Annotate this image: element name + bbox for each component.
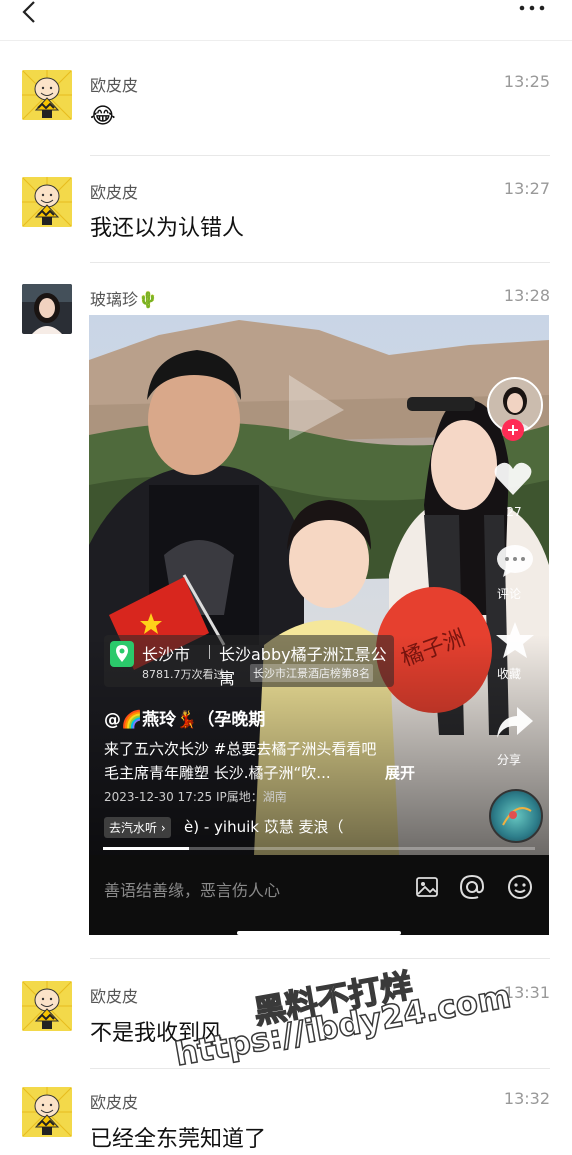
sender-name: 欧皮皮 <box>90 1093 139 1112</box>
message-text: 已经全东莞知道了 <box>90 1127 267 1152</box>
avatar[interactable] <box>22 1087 72 1137</box>
snoopy-avatar-icon <box>22 1087 72 1137</box>
timestamp: 13:32 <box>503 1089 550 1108</box>
